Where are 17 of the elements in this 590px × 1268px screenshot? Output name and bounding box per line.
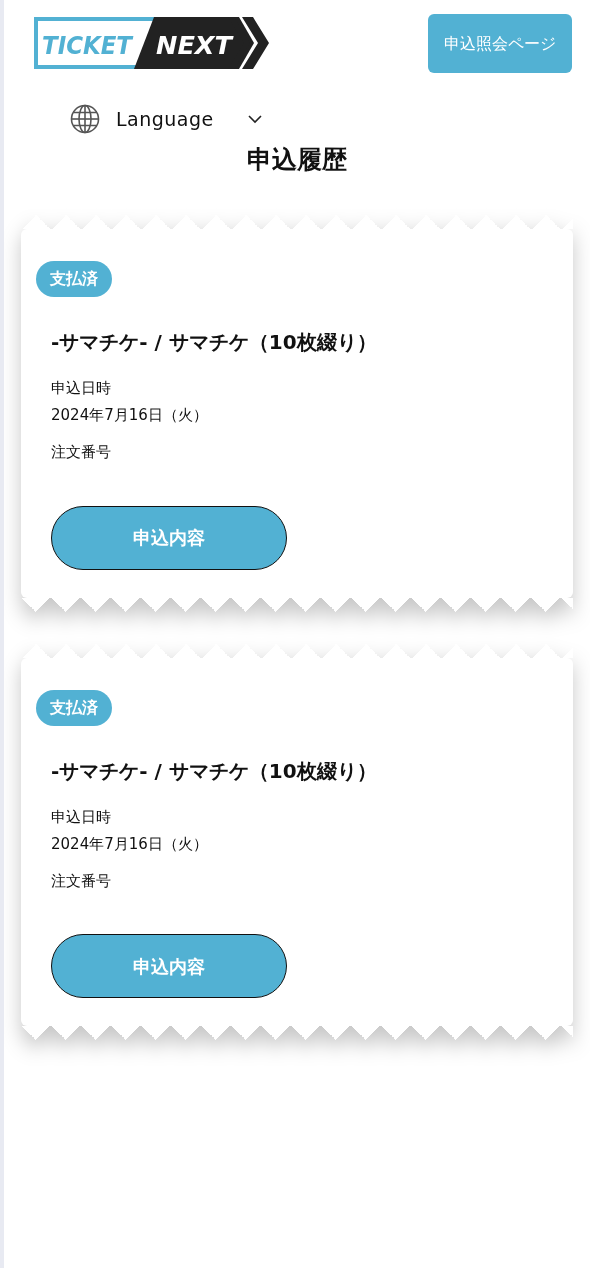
details-button[interactable]: 申込内容 bbox=[51, 505, 287, 570]
ticket-name: -サマチケ- / サマチケ（10枚綴り） bbox=[51, 757, 378, 785]
status-badge: 支払済 bbox=[36, 689, 112, 726]
ticket-name: -サマチケ- / サマチケ（10枚綴り） bbox=[51, 329, 378, 356]
page-title: 申込履歴 bbox=[246, 145, 348, 175]
language-selector[interactable]: Language bbox=[116, 104, 214, 134]
date-label: 申込日時 bbox=[51, 806, 112, 828]
order-number-label: 注文番号 bbox=[51, 870, 112, 892]
lookup-page-button[interactable]: 申込照会ページ bbox=[428, 14, 572, 73]
date-label: 申込日時 bbox=[51, 378, 112, 399]
order-number-label: 注文番号 bbox=[51, 442, 112, 463]
order-date: 2024年7月16日（火） bbox=[51, 833, 209, 855]
globe-icon bbox=[70, 104, 100, 134]
chevron-down-icon[interactable] bbox=[247, 114, 262, 124]
details-button[interactable]: 申込内容 bbox=[51, 934, 287, 998]
status-badge: 支払済 bbox=[36, 261, 112, 297]
order-date: 2024年7月16日（火） bbox=[51, 405, 209, 426]
